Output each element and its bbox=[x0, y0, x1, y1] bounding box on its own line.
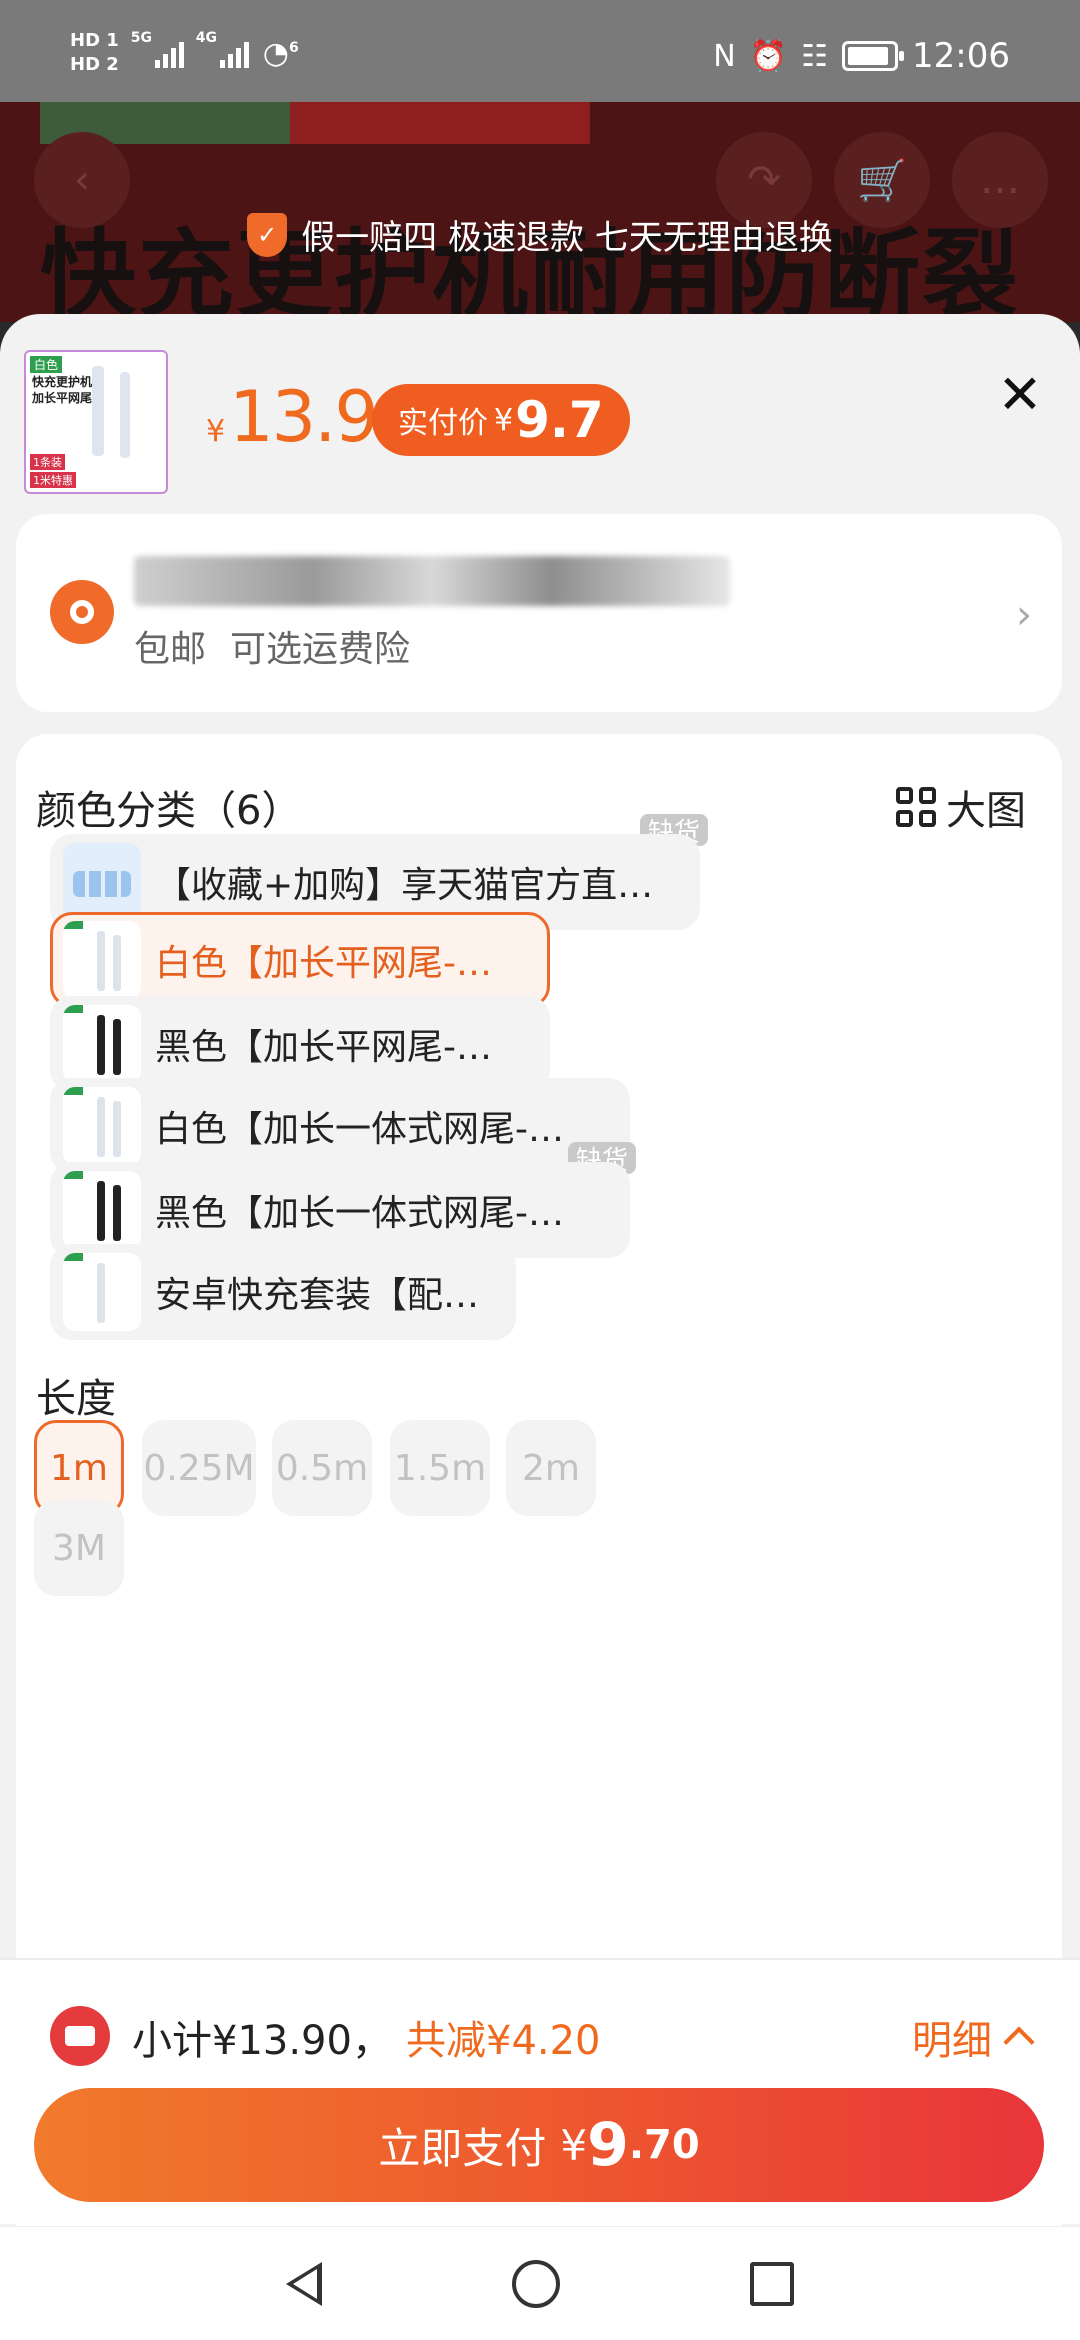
detail-label: 明细 bbox=[912, 2018, 992, 2064]
nfc-icon: N bbox=[713, 38, 736, 74]
color-option[interactable]: 白色【加长一体式网尾-升级耐用】快充版 bbox=[50, 1078, 630, 1174]
option-label: 【收藏+加购】享天猫官方直送+质保1年 售后… bbox=[155, 865, 667, 906]
system-nav-bar bbox=[0, 2226, 1080, 2340]
hd1-label: HD 1 bbox=[70, 30, 119, 51]
signal-4g-icon: 4G bbox=[196, 30, 249, 68]
price-currency: ¥ bbox=[206, 414, 226, 449]
length-option[interactable]: 1.5m bbox=[390, 1420, 490, 1516]
price: ¥ 13.9 bbox=[206, 376, 379, 458]
real-price-value: 9.7 bbox=[515, 391, 604, 449]
guarantee-text: 假一赔四 极速退款 七天无理由退换 bbox=[301, 218, 833, 258]
shipping-info: 包邮 可选运费险 bbox=[134, 620, 410, 672]
clock: 12:06 bbox=[912, 36, 1010, 76]
cable-image bbox=[120, 372, 130, 458]
background-product-page: 快充更护机耐用防断裂 ‹ ↷ 🛒 … ✓ 假一赔四 极速退款 七天无理由退换 bbox=[0, 102, 1080, 322]
nav-home-icon[interactable] bbox=[512, 2259, 560, 2308]
location-pin-icon bbox=[50, 580, 114, 644]
checkout-bar: 小计¥13.90， 共减¥4.20 明细 立即支付 ¥ 9 .70 bbox=[0, 1958, 1080, 2224]
option-image bbox=[63, 1005, 141, 1083]
option-image bbox=[63, 1087, 141, 1165]
pay-now-button[interactable]: 立即支付 ¥ 9 .70 bbox=[34, 2088, 1044, 2202]
real-price-currency: ¥ bbox=[494, 402, 514, 438]
detail-toggle[interactable]: 明细 bbox=[912, 2008, 1035, 2066]
option-label: 黑色【加长一体式网尾-升级耐用】快充版 bbox=[155, 1193, 597, 1234]
option-image bbox=[63, 1171, 141, 1249]
option-image bbox=[63, 921, 141, 999]
coupon-icon bbox=[50, 2006, 110, 2066]
close-button[interactable]: ✕ bbox=[990, 362, 1050, 426]
big-view-label: 大图 bbox=[946, 788, 1026, 834]
chevron-right-icon: › bbox=[1016, 592, 1032, 638]
shield-check-icon: ✓ bbox=[247, 212, 288, 257]
sku-selector-sheet: 白色 快充更护机 加长平网尾 1条装 1米特惠 ¥ 13.9 实付价 ¥ 9.7… bbox=[0, 314, 1080, 2226]
address-text-blurred bbox=[134, 556, 730, 606]
option-label: 安卓快充套装【配2.1A充电头】 bbox=[155, 1275, 483, 1316]
hd2-label: HD 2 bbox=[70, 54, 119, 75]
length-option[interactable]: 0.5m bbox=[272, 1420, 372, 1516]
discount-total: 共减¥4.20 bbox=[406, 2018, 601, 2064]
option-image bbox=[63, 1253, 141, 1331]
shipping-insurance: 可选运费险 bbox=[230, 629, 411, 670]
price-value: 13.9 bbox=[229, 376, 379, 458]
pay-amount-int: 9 bbox=[587, 2110, 629, 2180]
guarantee-banner: ✓ 假一赔四 极速退款 七天无理由退换 bbox=[0, 210, 1080, 259]
alarm-icon: ⏰ bbox=[749, 38, 788, 74]
cable-image bbox=[92, 366, 104, 456]
vibrate-icon: ☷ bbox=[801, 38, 829, 74]
length-section-title: 长度 bbox=[36, 1376, 116, 1422]
wifi-icon: ◔6 bbox=[262, 35, 299, 71]
close-icon: ✕ bbox=[997, 362, 1043, 426]
chevron-up-icon bbox=[1003, 2026, 1035, 2058]
bg-banner-red bbox=[290, 102, 590, 144]
length-option[interactable]: 0.25M bbox=[142, 1420, 256, 1516]
status-right: N ⏰ ☷ 12:06 bbox=[713, 36, 1010, 76]
hd-indicators: HD 1 HD 2 bbox=[70, 30, 119, 76]
subtotal: 小计¥13.90， bbox=[132, 2018, 392, 2064]
length-option[interactable]: 3M bbox=[34, 1500, 124, 1596]
thumb-badge: 1米特惠 bbox=[30, 472, 76, 488]
option-label: 白色【加长一体式网尾-升级耐用】快充版 bbox=[155, 1109, 597, 1150]
shipping-free: 包邮 bbox=[134, 629, 207, 670]
option-label: 黑色【加长平网尾-防断裂】快充版 bbox=[155, 1027, 517, 1068]
pay-label: 立即支付 bbox=[378, 2123, 547, 2173]
grid-icon bbox=[896, 787, 936, 827]
option-image bbox=[63, 843, 141, 921]
big-view-button[interactable]: 大图 bbox=[896, 778, 1026, 836]
thumb-title: 快充更护机 加长平网尾 bbox=[32, 375, 93, 405]
nav-back-icon[interactable] bbox=[286, 2261, 322, 2306]
color-option-selected[interactable]: 白色【加长平网尾-防断裂】快充版 bbox=[50, 912, 550, 1008]
color-section-title: 颜色分类（6） bbox=[36, 788, 302, 834]
pay-amount-dec: .70 bbox=[628, 2122, 700, 2168]
status-left: HD 1 HD 2 5G 4G ◔6 bbox=[70, 30, 299, 76]
product-thumbnail[interactable]: 白色 快充更护机 加长平网尾 1条装 1米特惠 bbox=[24, 350, 168, 494]
address-card[interactable]: 包邮 可选运费险 › bbox=[16, 514, 1062, 712]
color-option[interactable]: 安卓快充套装【配2.1A充电头】 bbox=[50, 1244, 516, 1340]
pay-currency: ¥ bbox=[560, 2120, 588, 2170]
real-price-label: 实付价 bbox=[398, 406, 488, 441]
status-bar: HD 1 HD 2 5G 4G ◔6 N ⏰ ☷ 12:06 bbox=[0, 0, 1080, 102]
option-label: 白色【加长平网尾-防断裂】快充版 bbox=[155, 943, 517, 984]
thumb-tag: 白色 bbox=[30, 356, 63, 373]
thumb-badge: 1条装 bbox=[30, 454, 65, 470]
nav-recents-icon[interactable] bbox=[750, 2261, 794, 2306]
real-price-badge: 实付价 ¥ 9.7 bbox=[372, 384, 630, 456]
length-option[interactable]: 2m bbox=[506, 1420, 596, 1516]
battery-icon bbox=[842, 41, 905, 71]
signal-5g-icon: 5G bbox=[131, 30, 184, 68]
